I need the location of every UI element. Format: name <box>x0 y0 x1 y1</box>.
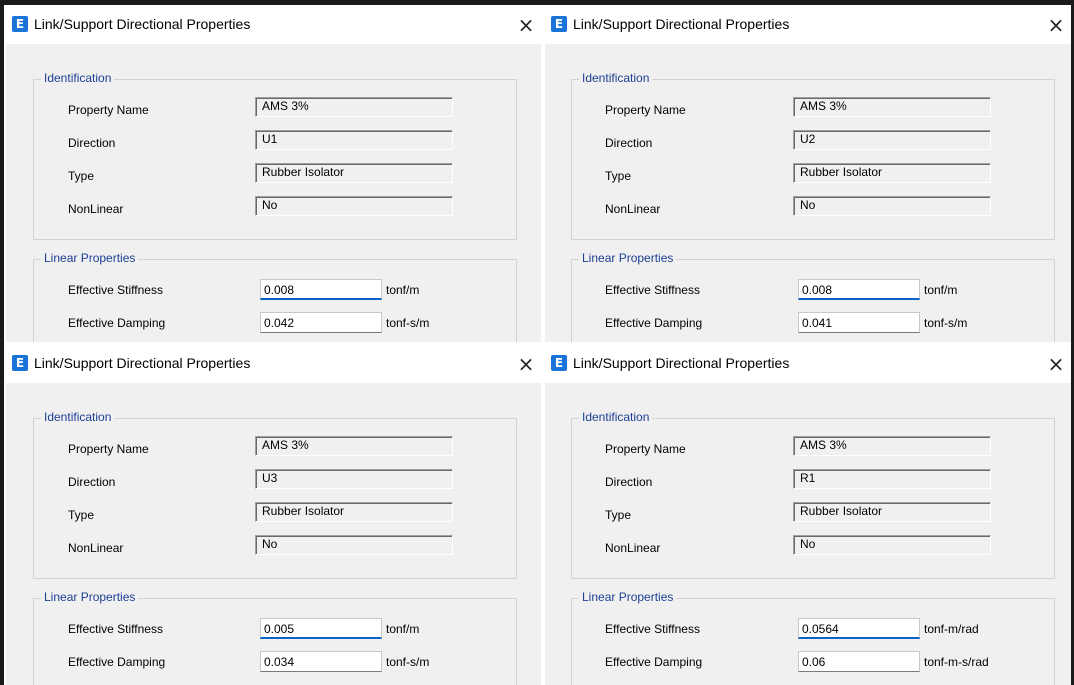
type-label: Type <box>68 508 95 522</box>
dialog-title: Link/Support Directional Properties <box>573 16 790 32</box>
property-name-field: AMS 3% <box>255 436 453 456</box>
dialog-title: Link/Support Directional Properties <box>573 355 790 371</box>
nonlinear-field: No <box>255 196 453 216</box>
effective-stiffness-input[interactable]: 0.008 <box>798 279 920 300</box>
effective-damping-label: Effective Damping <box>605 655 703 669</box>
effective-damping-unit: tonf-m-s/rad <box>924 655 989 669</box>
close-button[interactable]: × <box>1041 9 1071 41</box>
close-button[interactable]: × <box>511 348 541 380</box>
effective-damping-input[interactable]: 0.042 <box>260 312 382 333</box>
direction-field: U3 <box>255 469 453 489</box>
dialog-titlebar[interactable]: E Link/Support Directional Properties × <box>6 6 541 44</box>
effective-stiffness-label: Effective Stiffness <box>68 283 163 297</box>
close-button[interactable]: × <box>1041 348 1071 380</box>
group-title-linear-properties: Linear Properties <box>579 590 677 604</box>
type-field: Rubber Isolator <box>793 163 991 183</box>
effective-stiffness-input[interactable]: 0.008 <box>260 279 382 300</box>
dialog-titlebar[interactable]: E Link/Support Directional Properties × <box>6 345 541 383</box>
direction-label: Direction <box>68 136 116 150</box>
effective-damping-label: Effective Damping <box>605 316 703 330</box>
effective-stiffness-unit: tonf/m <box>924 283 958 297</box>
effective-stiffness-label: Effective Stiffness <box>605 622 700 636</box>
property-name-label: Property Name <box>68 103 149 117</box>
property-name-field: AMS 3% <box>793 97 991 117</box>
dialog-direction-u2: E Link/Support Directional Properties × … <box>545 6 1071 342</box>
dialog-title: Link/Support Directional Properties <box>34 16 251 32</box>
window-frame-top <box>0 0 1074 5</box>
effective-damping-input[interactable]: 0.06 <box>798 651 920 672</box>
effective-stiffness-unit: tonf/m <box>386 622 420 636</box>
close-button[interactable]: × <box>511 9 541 41</box>
dialog-direction-r1: E Link/Support Directional Properties × … <box>545 345 1071 685</box>
property-name-label: Property Name <box>605 442 686 456</box>
effective-damping-input[interactable]: 0.034 <box>260 651 382 672</box>
etabs-app-icon: E <box>551 16 567 32</box>
effective-stiffness-label: Effective Stiffness <box>605 283 700 297</box>
direction-label: Direction <box>605 136 653 150</box>
dialog-direction-u3: E Link/Support Directional Properties × … <box>6 345 541 685</box>
nonlinear-label: NonLinear <box>68 202 124 216</box>
type-field: Rubber Isolator <box>255 163 453 183</box>
direction-label: Direction <box>68 475 116 489</box>
dialog-titlebar[interactable]: E Link/Support Directional Properties × <box>545 345 1071 383</box>
group-title-identification: Identification <box>41 410 115 424</box>
direction-field: R1 <box>793 469 991 489</box>
property-name-field: AMS 3% <box>255 97 453 117</box>
effective-damping-input[interactable]: 0.041 <box>798 312 920 333</box>
nonlinear-label: NonLinear <box>605 541 661 555</box>
direction-label: Direction <box>605 475 653 489</box>
property-name-field: AMS 3% <box>793 436 991 456</box>
effective-damping-unit: tonf-s/m <box>386 316 430 330</box>
type-field: Rubber Isolator <box>793 502 991 522</box>
etabs-app-icon: E <box>12 16 28 32</box>
group-title-linear-properties: Linear Properties <box>41 251 139 265</box>
group-title-identification: Identification <box>579 410 653 424</box>
nonlinear-field: No <box>255 535 453 555</box>
type-label: Type <box>68 169 95 183</box>
effective-stiffness-input[interactable]: 0.005 <box>260 618 382 639</box>
dialog-title: Link/Support Directional Properties <box>34 355 251 371</box>
type-label: Type <box>605 169 632 183</box>
effective-stiffness-label: Effective Stiffness <box>68 622 163 636</box>
nonlinear-field: No <box>793 535 991 555</box>
effective-damping-label: Effective Damping <box>68 316 166 330</box>
type-field: Rubber Isolator <box>255 502 453 522</box>
group-title-linear-properties: Linear Properties <box>579 251 677 265</box>
direction-field: U2 <box>793 130 991 150</box>
etabs-app-icon: E <box>12 355 28 371</box>
effective-damping-label: Effective Damping <box>68 655 166 669</box>
etabs-app-icon: E <box>551 355 567 371</box>
nonlinear-label: NonLinear <box>605 202 661 216</box>
direction-field: U1 <box>255 130 453 150</box>
effective-stiffness-unit: tonf/m <box>386 283 420 297</box>
dialog-direction-u1: E Link/Support Directional Properties × … <box>6 6 541 342</box>
effective-damping-unit: tonf-s/m <box>386 655 430 669</box>
property-name-label: Property Name <box>605 103 686 117</box>
nonlinear-field: No <box>793 196 991 216</box>
group-title-identification: Identification <box>41 71 115 85</box>
window-frame-left <box>0 0 4 685</box>
effective-stiffness-unit: tonf-m/rad <box>924 622 979 636</box>
group-title-linear-properties: Linear Properties <box>41 590 139 604</box>
type-label: Type <box>605 508 632 522</box>
effective-damping-unit: tonf-s/m <box>924 316 968 330</box>
effective-stiffness-input[interactable]: 0.0564 <box>798 618 920 639</box>
dialog-titlebar[interactable]: E Link/Support Directional Properties × <box>545 6 1071 44</box>
group-title-identification: Identification <box>579 71 653 85</box>
nonlinear-label: NonLinear <box>68 541 124 555</box>
property-name-label: Property Name <box>68 442 149 456</box>
